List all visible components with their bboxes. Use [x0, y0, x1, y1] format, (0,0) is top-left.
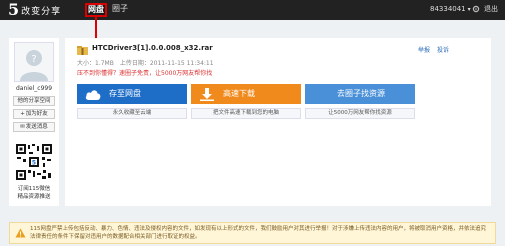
- send-message-label: 发送消息: [25, 124, 48, 130]
- download-icon: [200, 88, 214, 101]
- add-friend-button[interactable]: +加为好友: [13, 109, 55, 119]
- nav-circle[interactable]: 圈子: [112, 2, 128, 16]
- archive-file-icon: [77, 46, 88, 55]
- qr-code-icon: 5: [15, 143, 53, 181]
- username: daniel_c999: [15, 85, 53, 92]
- user-menu[interactable]: 84334041 ▾: [430, 2, 471, 17]
- send-message-button[interactable]: ✉发送消息: [13, 122, 55, 132]
- report-link[interactable]: 举报: [418, 45, 430, 54]
- file-panel: HTCDriver3[1].0.0.008_x32.rar 举报 投诉 大小：1…: [65, 38, 491, 206]
- user-id: 84334041: [430, 5, 466, 13]
- fast-download-label: 高速下载: [223, 89, 255, 98]
- logout-link[interactable]: 退出: [484, 2, 498, 16]
- logo-text: 改变分享: [21, 6, 62, 17]
- file-meta: 大小：1.7MB 上传日期：2011-11-15 11:34:11: [77, 60, 214, 67]
- warning-icon: [15, 228, 26, 238]
- logo-number: 5: [8, 0, 20, 19]
- share-space-button[interactable]: 他的分享空间: [13, 96, 55, 106]
- find-in-circle-label: 去圈子找资源: [337, 89, 385, 98]
- legal-notice: 115网盘严禁上传包括反动、暴力、色情、违法及侵权内容的文件，如发现有以上形式的…: [9, 222, 496, 244]
- qr-caption-line-1: 订阅115微信: [17, 186, 51, 192]
- chevron-down-icon: ▾: [467, 6, 471, 13]
- svg-text:?: ?: [31, 54, 36, 65]
- notice-text: 115网盘严禁上传包括反动、暴力、色情、违法及侵权内容的文件，如发现有以上形式的…: [30, 226, 487, 240]
- user-sidebar: ? daniel_c999 他的分享空间 +加为好友 ✉发送消息 5 订阅115…: [9, 38, 59, 206]
- save-to-disk-desc: 永久收藏至云端: [77, 108, 187, 119]
- plus-icon: +: [20, 111, 25, 117]
- fast-download-button[interactable]: 高速下载: [191, 84, 301, 104]
- logo[interactable]: 5 改变分享: [8, 1, 61, 19]
- find-resource-hint[interactable]: 压不到你懂得？速圈子免责，让5000万网友帮你找: [77, 68, 212, 77]
- complain-link[interactable]: 投诉: [437, 45, 449, 54]
- qr-caption-line-2: 精品资源推送: [17, 194, 51, 200]
- message-icon: ✉: [20, 124, 25, 130]
- save-to-disk-label: 存至网盘: [109, 89, 141, 98]
- gear-icon[interactable]: [472, 5, 480, 13]
- cloud-icon: [85, 90, 101, 100]
- nav-netdisk[interactable]: 网盘: [85, 3, 107, 17]
- add-friend-label: 加为好友: [25, 111, 48, 117]
- file-name: HTCDriver3[1].0.0.008_x32.rar: [92, 44, 213, 52]
- top-bar: 5 改变分享 网盘 圈子 84334041 ▾ 退出: [0, 0, 505, 20]
- find-in-circle-desc: 让5000万网友帮你找资源: [305, 108, 415, 119]
- save-to-disk-button[interactable]: 存至网盘: [77, 84, 187, 104]
- default-avatar-icon: ?: [20, 50, 48, 81]
- svg-text:5: 5: [32, 160, 36, 167]
- find-in-circle-button[interactable]: 去圈子找资源: [305, 84, 415, 104]
- avatar[interactable]: ?: [14, 42, 54, 82]
- fast-download-desc: 把文件高速下载到您的电脑: [191, 108, 301, 119]
